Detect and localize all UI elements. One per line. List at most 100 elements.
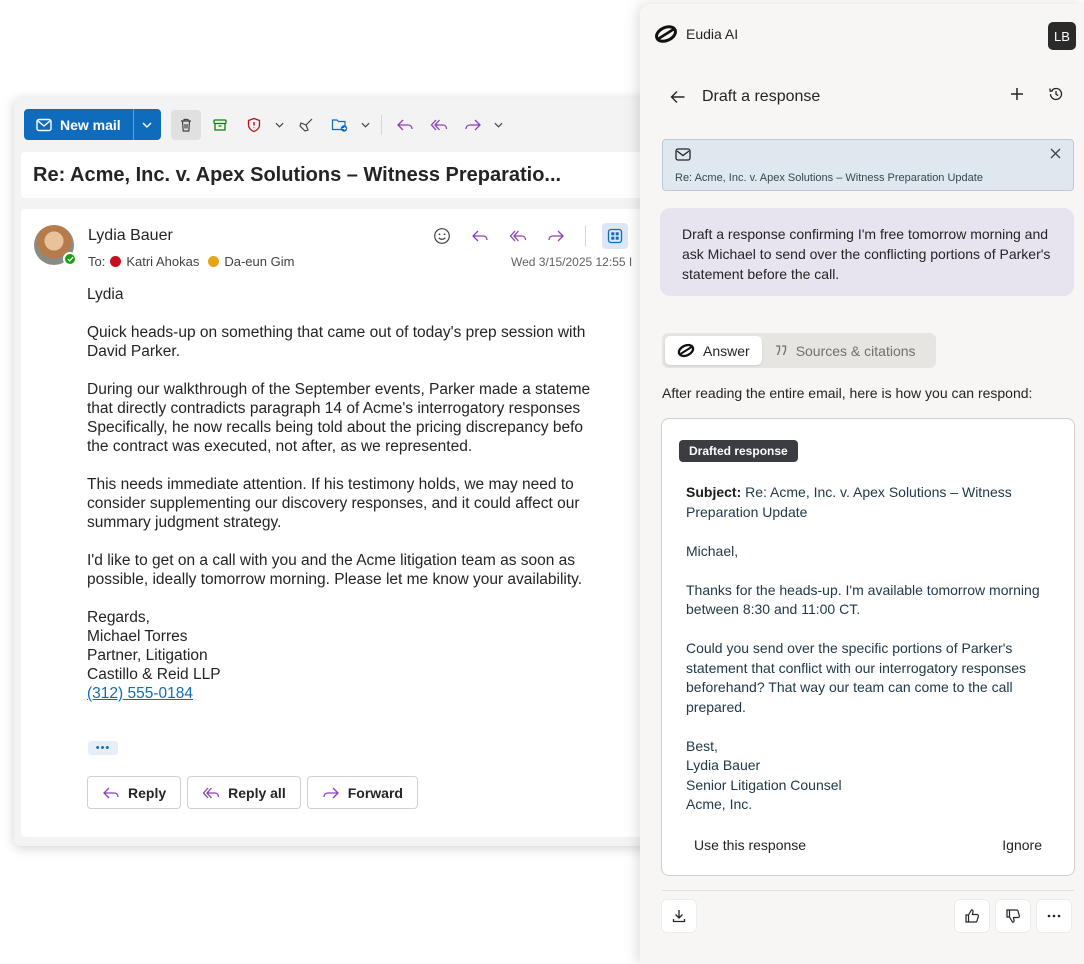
draft-paragraph: Could you send over the specific portion… <box>686 640 1027 715</box>
message-pane: Lydia Bauer To: Katri Ahokas Da-eun Gim <box>21 209 654 837</box>
thumbs-up-icon <box>965 909 979 923</box>
context-email-subject: Re: Acme, Inc. v. Apex Solutions – Witne… <box>675 172 983 184</box>
ellipsis-icon <box>1047 914 1061 918</box>
signoff-line: Lydia Bauer <box>686 757 761 773</box>
forward-icon <box>465 119 481 130</box>
thumbs-up-button[interactable] <box>955 900 989 932</box>
ribbon-toolbar: New mail <box>24 109 506 140</box>
signature-line: Partner, Litigation <box>87 647 208 664</box>
apps-button[interactable] <box>602 223 628 249</box>
message-date: Wed 3/15/2025 12:55 I <box>511 255 633 269</box>
forward-button[interactable] <box>543 223 569 249</box>
report-button[interactable] <box>239 110 269 140</box>
message-actions <box>429 223 628 249</box>
panel-brand: Eudia AI <box>654 24 738 44</box>
back-arrow-icon[interactable] <box>670 90 686 104</box>
toolbar-divider <box>380 114 382 135</box>
message-subject: Re: Acme, Inc. v. Apex Solutions – Witne… <box>21 152 654 198</box>
avatar[interactable] <box>34 225 77 266</box>
tab-answer-label: Answer <box>703 342 750 359</box>
trash-icon <box>180 118 191 132</box>
broom-icon <box>299 118 313 132</box>
reply-button[interactable] <box>467 223 493 249</box>
app-name: Eudia AI <box>686 26 739 42</box>
result-tabs: Answer Sources & citations <box>662 333 936 368</box>
draft-subject: Subject: Re: Acme, Inc. v. Apex Solution… <box>686 483 1046 522</box>
drafted-response-card: Drafted response Subject: Re: Acme, Inc.… <box>661 418 1075 876</box>
recipient-name[interactable]: Katri Ahokas <box>126 254 199 269</box>
tab-sources[interactable]: Sources & citations <box>762 336 928 365</box>
message-body: Lydia Quick heads-up on something that c… <box>87 285 654 703</box>
archive-button[interactable] <box>205 110 235 140</box>
move-button[interactable] <box>325 110 355 140</box>
reply-all-icon <box>202 787 220 798</box>
toolbar-forward-button[interactable] <box>458 110 488 140</box>
draft-paragraph: Thanks for the heads-up. I'm available t… <box>686 581 1040 618</box>
body-paragraph: I'd like to get on a call with you and t… <box>87 552 583 588</box>
forward-icon <box>323 787 339 798</box>
body-paragraph: During our walkthrough of the September … <box>87 381 591 455</box>
reply-bottom-button[interactable]: Reply <box>87 776 182 809</box>
ignore-button[interactable]: Ignore <box>1002 837 1042 853</box>
panel-header-actions <box>1010 86 1064 102</box>
sweep-button[interactable] <box>291 110 321 140</box>
delete-button[interactable] <box>170 109 201 140</box>
reply-all-icon <box>430 119 447 130</box>
tab-sources-label: Sources & citations <box>795 342 916 359</box>
reply-icon <box>103 787 119 798</box>
emoji-button[interactable] <box>429 223 455 249</box>
phone-link[interactable]: (312) 555-0184 <box>87 684 654 703</box>
user-prompt-bubble: Draft a response confirming I'm free tom… <box>660 208 1074 296</box>
chevron-down-icon <box>361 122 370 128</box>
quote-icon <box>775 344 786 355</box>
signature-line: Regards, <box>87 609 150 626</box>
new-mail-dropdown[interactable] <box>134 109 161 140</box>
body-paragraph: This needs immediate attention. If his t… <box>87 476 580 531</box>
mail-icon <box>675 148 691 161</box>
toolbar-reply-button[interactable] <box>390 110 420 140</box>
folder-move-icon <box>331 118 347 132</box>
download-button[interactable] <box>662 900 696 932</box>
more-options-button[interactable] <box>1037 900 1071 932</box>
show-more-button[interactable]: ••• <box>88 741 118 755</box>
outlook-window: New mail Re: Acme, Inc. v. Apex Solution… <box>14 98 654 846</box>
plus-icon[interactable] <box>1010 87 1024 101</box>
use-response-button[interactable]: Use this response <box>694 837 806 853</box>
forward-bottom-button[interactable]: Forward <box>306 776 418 809</box>
reply-all-button[interactable] <box>505 223 531 249</box>
smiley-icon <box>434 228 450 244</box>
draft-text[interactable]: Subject: Re: Acme, Inc. v. Apex Solution… <box>686 483 1046 815</box>
report-dropdown[interactable] <box>273 122 287 128</box>
actions-divider <box>585 226 586 246</box>
reply-all-label: Reply all <box>228 784 286 801</box>
close-icon[interactable] <box>1050 148 1061 159</box>
forward-dropdown[interactable] <box>492 122 506 128</box>
recipient-name[interactable]: Da-eun Gim <box>224 254 294 269</box>
tab-answer[interactable]: Answer <box>665 336 762 365</box>
sender-name[interactable]: Lydia Bauer <box>88 227 173 245</box>
download-icon <box>672 910 686 923</box>
archive-icon <box>213 118 227 131</box>
draft-subject-label: Subject: <box>686 484 742 500</box>
new-mail-button[interactable]: New mail <box>24 109 134 140</box>
presence-available-icon <box>63 252 77 266</box>
new-mail-label: New mail <box>60 116 121 133</box>
draft-actions: Use this response Ignore <box>694 837 1042 853</box>
user-avatar[interactable]: LB <box>1048 22 1076 50</box>
history-icon[interactable] <box>1048 86 1064 102</box>
reply-all-icon <box>509 230 527 242</box>
reply-all-bottom-button[interactable]: Reply all <box>187 776 301 809</box>
toolbar-reply-all-button[interactable] <box>424 110 454 140</box>
reply-label: Reply <box>128 784 167 801</box>
presence-busy-icon <box>110 256 122 267</box>
signature-line: Michael Torres <box>87 628 188 645</box>
eudia-logo-icon <box>677 343 695 358</box>
forward-label: Forward <box>347 784 403 801</box>
signoff-line: Acme, Inc. <box>686 796 753 812</box>
panel-header: Draft a response <box>670 88 820 106</box>
presence-away-icon <box>208 256 220 267</box>
move-dropdown[interactable] <box>359 122 373 128</box>
thumbs-down-button[interactable] <box>996 900 1030 932</box>
reply-icon <box>472 230 488 242</box>
chevron-down-icon <box>494 122 503 128</box>
